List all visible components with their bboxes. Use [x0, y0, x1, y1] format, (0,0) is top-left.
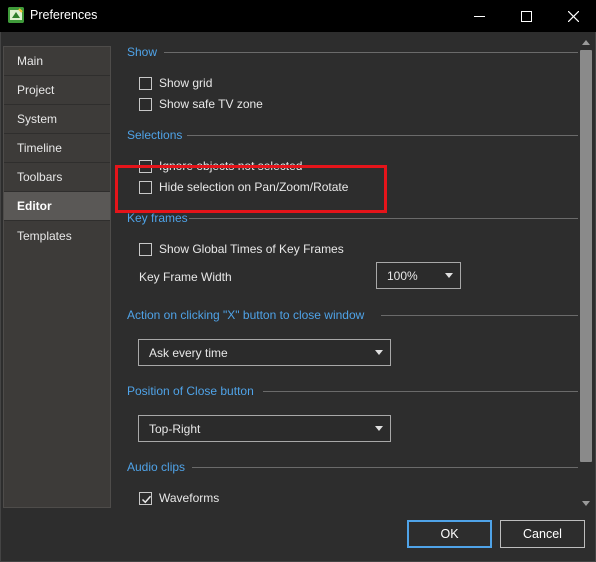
- section-divider: [164, 52, 579, 53]
- close-position-dropdown[interactable]: Top-Right: [138, 415, 391, 442]
- section-title: Show: [127, 45, 158, 59]
- show-grid-checkbox[interactable]: [139, 76, 152, 90]
- scroll-down-icon[interactable]: [582, 501, 590, 506]
- ok-button[interactable]: OK: [407, 520, 492, 548]
- section-title: Position of Close button: [127, 384, 254, 398]
- key-frame-width-dropdown[interactable]: 100%: [376, 262, 461, 289]
- section-divider: [192, 467, 579, 468]
- checkbox-label: Waveforms: [159, 491, 220, 505]
- window-title: Preferences: [30, 8, 98, 22]
- sidebar-item-label: Toolbars: [17, 170, 63, 184]
- checkbox-label: Show safe TV zone: [159, 97, 263, 111]
- maximize-button[interactable]: [503, 0, 549, 32]
- chevron-down-icon: [375, 426, 383, 431]
- sidebar-item-system[interactable]: System: [4, 105, 110, 134]
- sidebar-item-timeline[interactable]: Timeline: [4, 134, 110, 163]
- sidebar-item-label: Timeline: [17, 141, 62, 155]
- title-bar: Preferences: [0, 0, 596, 32]
- checkbox-label: Show grid: [159, 76, 213, 90]
- close-action-dropdown[interactable]: Ask every time: [138, 339, 391, 366]
- chevron-down-icon: [375, 350, 383, 355]
- section-show: Show: [127, 44, 579, 60]
- section-divider: [187, 135, 579, 136]
- cancel-button[interactable]: Cancel: [500, 520, 585, 548]
- show-safe-tv-zone-checkbox[interactable]: [139, 97, 152, 111]
- dropdown-value: Ask every time: [149, 345, 228, 360]
- checkbox-label: Show Global Times of Key Frames: [159, 242, 344, 256]
- waveforms-option[interactable]: Waveforms: [139, 489, 219, 507]
- section-title: Action on clicking "X" button to close w…: [127, 308, 365, 322]
- chevron-down-icon: [445, 273, 453, 278]
- show-global-times-option[interactable]: Show Global Times of Key Frames: [139, 240, 344, 258]
- minimize-button[interactable]: [456, 0, 502, 32]
- show-safe-tv-zone-option[interactable]: Show safe TV zone: [139, 95, 263, 113]
- section-close-position: Position of Close button: [127, 383, 579, 399]
- show-grid-option[interactable]: Show grid: [139, 74, 212, 92]
- close-icon: [567, 10, 579, 22]
- section-divider: [263, 391, 579, 392]
- dropdown-value: Top-Right: [149, 421, 201, 436]
- editor-settings-panel: Show Show grid Show safe TV zone Selecti…: [112, 38, 579, 510]
- minimize-icon: [473, 15, 485, 17]
- sidebar-item-label: Editor: [17, 199, 52, 213]
- waveforms-checkbox[interactable]: [139, 491, 152, 505]
- sidebar: Main Project System Timeline Toolbars Ed…: [3, 46, 111, 508]
- section-title: Selections: [127, 128, 183, 142]
- section-divider: [189, 218, 579, 219]
- checkmark-icon: [141, 495, 152, 503]
- sidebar-item-label: Project: [17, 83, 55, 97]
- sidebar-item-main[interactable]: Main: [4, 47, 110, 76]
- section-audio-clips: Audio clips: [127, 459, 579, 475]
- show-global-times-checkbox[interactable]: [139, 242, 152, 256]
- sidebar-item-project[interactable]: Project: [4, 76, 110, 105]
- section-title: Key frames: [127, 211, 188, 225]
- section-selections: Selections: [127, 127, 579, 143]
- app-icon: [8, 7, 24, 23]
- sidebar-item-editor[interactable]: Editor: [4, 192, 110, 221]
- maximize-icon: [520, 10, 532, 22]
- scroll-up-icon[interactable]: [582, 40, 590, 45]
- highlight-box: [115, 165, 387, 213]
- sidebar-item-label: System: [17, 112, 58, 126]
- sidebar-item-label: Templates: [17, 228, 72, 243]
- key-frame-width-label: Key Frame Width: [139, 270, 232, 284]
- section-close-action: Action on clicking "X" button to close w…: [127, 307, 579, 323]
- sidebar-item-toolbars[interactable]: Toolbars: [4, 163, 110, 192]
- sidebar-item-templates[interactable]: Templates: [4, 221, 110, 250]
- vertical-scrollbar[interactable]: [578, 38, 594, 510]
- sidebar-item-label: Main: [17, 54, 44, 68]
- dropdown-value: 100%: [387, 268, 418, 283]
- close-button[interactable]: [550, 0, 596, 32]
- scrollbar-thumb[interactable]: [580, 50, 592, 462]
- section-title: Audio clips: [127, 460, 186, 474]
- section-divider: [381, 315, 579, 316]
